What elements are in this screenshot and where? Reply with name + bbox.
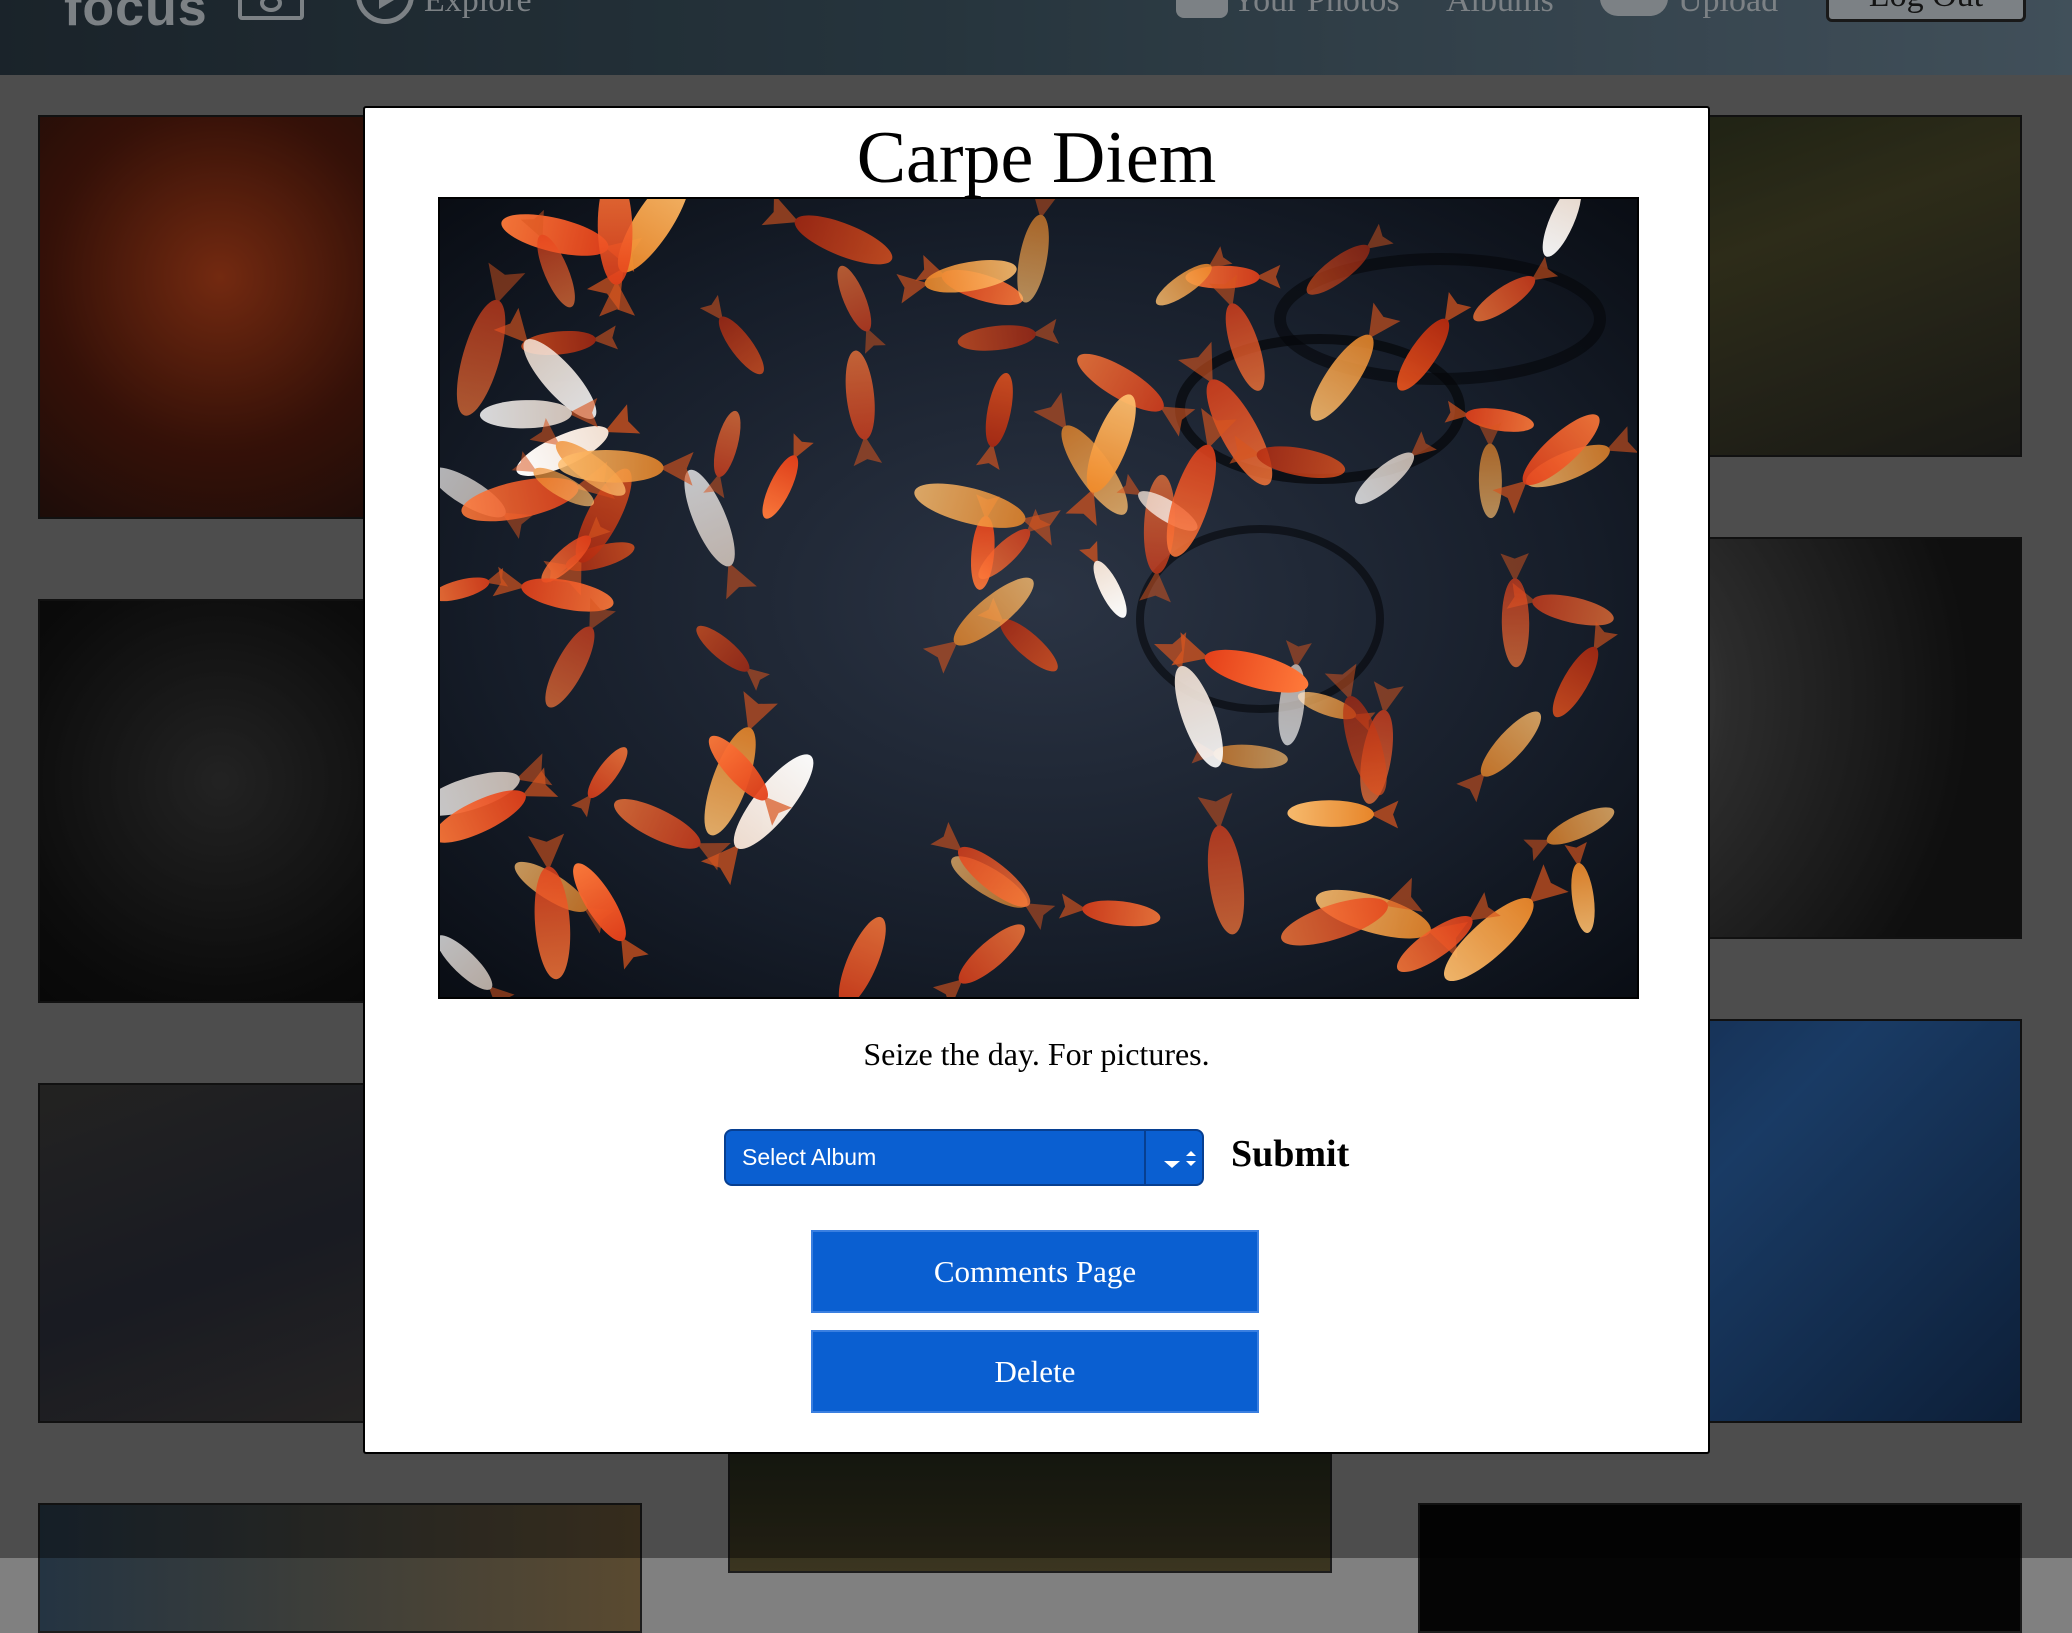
chevron-down-icon[interactable] bbox=[1144, 1131, 1202, 1184]
photo-modal: Carpe Diem Seize the day. For pictures. … bbox=[363, 106, 1710, 1454]
photo-title: Carpe Diem bbox=[856, 117, 1217, 199]
album-select-value: Select Album bbox=[742, 1144, 877, 1170]
album-select[interactable]: Select Album bbox=[724, 1129, 1204, 1186]
comments-page-button[interactable]: Comments Page bbox=[811, 1230, 1259, 1313]
photo-caption: Seize the day. For pictures. bbox=[863, 1036, 1210, 1072]
submit-button[interactable]: Submit bbox=[1231, 1132, 1349, 1176]
delete-button[interactable]: Delete bbox=[811, 1330, 1259, 1413]
koi-fish-photo bbox=[438, 197, 1639, 999]
